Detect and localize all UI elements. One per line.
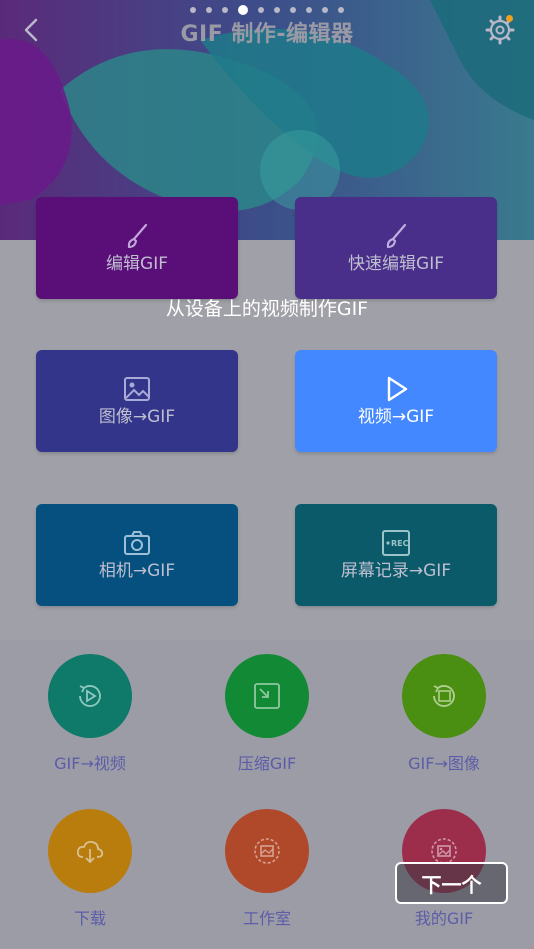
download-cloud-icon: [76, 840, 104, 864]
card-label: 编辑GIF: [106, 254, 168, 274]
tool-gif-to-video[interactable]: GIF→视频: [10, 654, 170, 784]
page-title: GIF 制作-编辑器: [180, 22, 354, 47]
studio-icon: [254, 838, 280, 864]
tool-circle[interactable]: [225, 809, 309, 893]
card-label: 视频→GIF: [357, 407, 435, 427]
tool-circle[interactable]: [402, 654, 486, 738]
page-dot: [322, 7, 328, 13]
card-label: 图像→GIF: [98, 407, 176, 427]
tool-gif-to-image[interactable]: GIF→图像: [364, 654, 524, 784]
camera-icon: [124, 531, 150, 555]
card-quick-edit-gif[interactable]: 快速编辑GIF: [295, 197, 497, 299]
card-edit-gif[interactable]: 编辑GIF: [36, 197, 238, 299]
tool-label: 我的GIF: [414, 909, 474, 928]
tool-circle[interactable]: [48, 809, 132, 893]
brush-icon: [127, 223, 148, 249]
card-label: 快速编辑GIF: [348, 254, 444, 274]
card-screen-record-to-gif[interactable]: REC 屏幕记录→GIF: [295, 504, 497, 606]
tool-label: 工作室: [242, 909, 291, 928]
tool-circle[interactable]: [225, 654, 309, 738]
play-icon: [387, 376, 408, 402]
feature-hint-text: 从设备上的视频制作GIF: [165, 298, 369, 320]
app-header: GIF 制作-编辑器: [0, 0, 534, 62]
tool-label: GIF→图像: [408, 754, 480, 773]
page-dot: [290, 7, 296, 13]
svg-text:REC: REC: [391, 539, 409, 548]
compress-icon: [254, 683, 280, 709]
tool-download[interactable]: 下载: [10, 809, 170, 939]
brush-icon: [386, 223, 407, 249]
image-icon: [124, 377, 150, 401]
rec-icon: REC: [382, 530, 410, 556]
tool-label: GIF→视频: [54, 754, 126, 773]
gif-to-video-icon: [79, 685, 101, 707]
tool-label: 下载: [73, 909, 106, 928]
card-video-to-gif[interactable]: 视频→GIF: [295, 350, 497, 452]
page-dot: [238, 5, 248, 15]
page-dot: [258, 7, 264, 13]
card-image-to-gif[interactable]: 图像→GIF: [36, 350, 238, 452]
page-dot: [274, 7, 280, 13]
notification-dot: [506, 15, 513, 22]
page-dot: [206, 7, 212, 13]
page-indicator: [0, 5, 534, 15]
tool-circle[interactable]: [48, 654, 132, 738]
page-dot: [306, 7, 312, 13]
background-art: [0, 0, 534, 949]
tool-label: 压缩GIF: [237, 754, 297, 773]
page-dot: [190, 7, 196, 13]
gif-to-image-icon: [433, 685, 455, 707]
page-dot: [338, 7, 344, 13]
page-dot: [222, 7, 228, 13]
tool-compress-gif[interactable]: 压缩GIF: [187, 654, 347, 784]
next-button[interactable]: 下一个: [395, 862, 508, 904]
card-label: 屏幕记录→GIF: [340, 561, 452, 581]
tool-studio[interactable]: 工作室: [187, 809, 347, 939]
card-camera-to-gif[interactable]: 相机→GIF: [36, 504, 238, 606]
card-label: 相机→GIF: [98, 561, 176, 581]
